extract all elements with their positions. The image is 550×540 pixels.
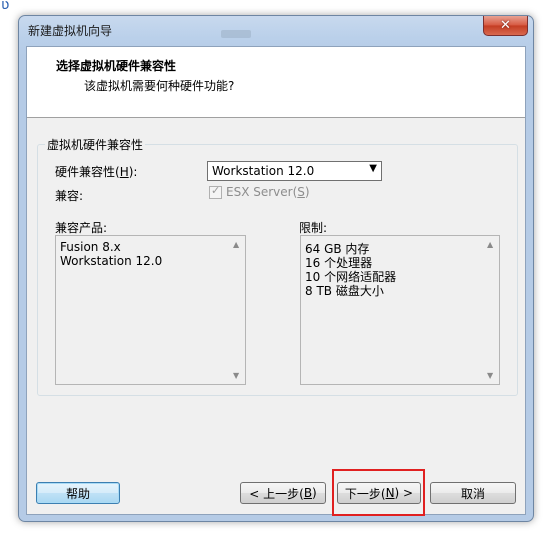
hardware-compat-group: 虚拟机硬件兼容性 硬件兼容性(H): Workstation 12.0 ▼ 兼容… — [37, 136, 518, 396]
scroll-up-icon[interactable]: ▲ — [487, 240, 493, 249]
esx-server-checkbox: ✓ — [209, 184, 222, 199]
limits-scrollbar[interactable]: ▲ ▼ — [484, 236, 499, 384]
window-title: 新建虚拟机向导 — [28, 24, 113, 38]
help-button[interactable]: 帮助 — [36, 482, 120, 504]
scroll-up-icon[interactable]: ▲ — [233, 240, 239, 249]
products-scrollbar[interactable]: ▲ ▼ — [230, 236, 245, 384]
new-vm-wizard-window: 新建虚拟机向导 ✕ 选择虚拟机硬件兼容性 该虚拟机需要何种硬件功能? 虚拟机硬件… — [18, 15, 534, 522]
page-title: 选择虚拟机硬件兼容性 — [56, 59, 177, 73]
chevron-down-icon[interactable]: ▼ — [369, 163, 377, 174]
checkmark-icon: ✓ — [211, 184, 221, 197]
compat-label: 硬件兼容性(H): — [55, 165, 138, 179]
desktop-background: ʋ — [0, 0, 550, 16]
compatible-products-list[interactable]: Fusion 8.x Workstation 12.0 ▲ ▼ — [55, 235, 246, 385]
page-subtitle: 该虚拟机需要何种硬件功能? — [84, 79, 235, 93]
dialog-client-area: 选择虚拟机硬件兼容性 该虚拟机需要何种硬件功能? 虚拟机硬件兼容性 硬件兼容性(… — [26, 46, 526, 515]
close-button[interactable]: ✕ — [483, 16, 528, 36]
scroll-down-icon[interactable]: ▼ — [487, 371, 493, 380]
back-button[interactable]: < 上一步(B) — [240, 482, 326, 504]
group-legend: 虚拟机硬件兼容性 — [45, 136, 146, 153]
wizard-header: 选择虚拟机硬件兼容性 该虚拟机需要何种硬件功能? — [27, 47, 525, 118]
cancel-button[interactable]: 取消 — [430, 482, 516, 504]
limits-list[interactable]: 64 GB 内存 16 个处理器 10 个网络适配器 8 TB 磁盘大小 ▲ ▼ — [300, 235, 500, 385]
esx-server-label: ESX Server(S) — [226, 185, 310, 199]
hardware-compat-dropdown[interactable]: Workstation 12.0 ▼ — [207, 161, 382, 181]
list-item[interactable]: Fusion 8.x — [60, 240, 121, 254]
annotation-highlight-box — [332, 469, 425, 516]
dropdown-selected-value: Workstation 12.0 — [212, 164, 315, 178]
compatible-label: 兼容: — [55, 189, 84, 203]
title-bar[interactable]: 新建虚拟机向导 ✕ — [19, 16, 533, 42]
scroll-down-icon[interactable]: ▼ — [233, 371, 239, 380]
limits-label: 限制: — [299, 221, 328, 235]
desktop-icon-fragment: ʋ — [1, 0, 10, 13]
close-icon: ✕ — [500, 18, 511, 33]
list-item[interactable]: Workstation 12.0 — [60, 254, 162, 268]
products-label: 兼容产品: — [55, 221, 108, 235]
title-bar-blur — [221, 30, 251, 38]
list-item[interactable]: 8 TB 磁盘大小 — [305, 282, 384, 299]
